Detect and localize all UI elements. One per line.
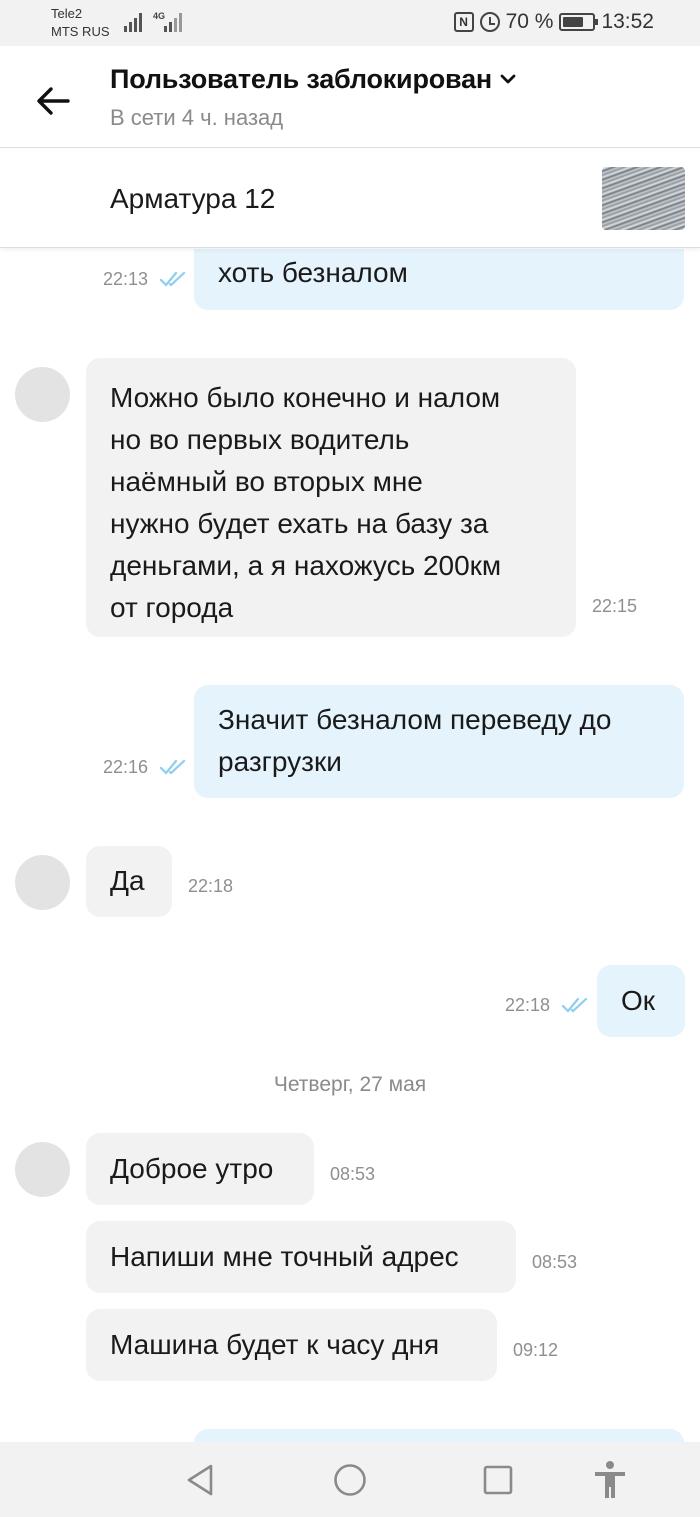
nfc-icon: N — [453, 12, 474, 32]
message-outgoing[interactable] — [194, 1429, 684, 1442]
chat-header: Пользователь заблокирован В сети 4 ч. на… — [0, 46, 700, 148]
page-title: Пользователь заблокирован — [110, 64, 493, 94]
battery-percent: 70 % — [505, 10, 554, 33]
clock: 13:52 — [601, 10, 654, 33]
message-time: 09:12 — [513, 1340, 559, 1360]
message-outgoing[interactable]: хоть безналом — [194, 249, 684, 310]
message-text: Да — [110, 865, 145, 896]
nav-accessibility-button[interactable] — [590, 1460, 630, 1500]
back-button[interactable] — [28, 76, 78, 126]
listing-thumbnail[interactable] — [602, 167, 685, 230]
message-line: деньгами, а я нахожусь 200км — [110, 550, 502, 581]
chevron-down-icon — [500, 74, 516, 84]
read-ticks-icon — [562, 997, 588, 1013]
message-line: Значит безналом переведу до — [218, 704, 612, 735]
carrier-info: Tele2 MTS RUS — [51, 5, 110, 41]
date-separator: Четверг, 27 мая — [273, 1073, 427, 1096]
last-seen-status: В сети 4 ч. назад — [110, 105, 284, 130]
battery-fill — [563, 17, 584, 27]
message-line: нужно будет ехать на базу за — [110, 508, 489, 539]
message-incoming[interactable]: Доброе утро — [86, 1133, 314, 1205]
system-navigation-bar — [0, 1442, 700, 1517]
carrier-2: MTS RUS — [51, 24, 110, 39]
home-circle-icon — [334, 1464, 366, 1496]
message-line: от города — [110, 592, 234, 623]
listing-bar[interactable]: Арматура 12 — [0, 149, 700, 248]
message-incoming[interactable]: Машина будет к часу дня — [86, 1309, 497, 1381]
read-ticks-icon — [160, 759, 186, 775]
message-incoming[interactable]: Можно было конечно и налом но во первых … — [86, 358, 576, 637]
message-outgoing[interactable]: Ок — [597, 965, 685, 1037]
back-triangle-icon — [187, 1464, 213, 1496]
status-right: N 70 % 13:52 — [453, 10, 654, 34]
network-type: 4G — [153, 11, 166, 21]
nav-home-button[interactable] — [330, 1460, 370, 1500]
message-time: 22:16 — [103, 757, 149, 777]
avatar[interactable] — [15, 1142, 70, 1197]
message-text: Машина будет к часу дня — [110, 1329, 440, 1360]
message-time: 22:13 — [103, 269, 149, 289]
carrier-1: Tele2 — [51, 6, 83, 21]
message-text: Напиши мне точный адрес — [110, 1241, 459, 1272]
message-time: 22:15 — [592, 596, 638, 616]
avatar[interactable] — [15, 855, 70, 910]
message-list[interactable]: хоть безналом 22:13 Можно было конечно и… — [0, 249, 700, 1442]
status-bar: Tele2 MTS RUS 4G N 70 % 13:52 — [0, 0, 700, 46]
message-line: Можно было конечно и налом — [110, 382, 501, 413]
nav-back-button[interactable] — [180, 1460, 220, 1500]
back-arrow-icon — [37, 87, 70, 115]
message-text: Доброе утро — [110, 1153, 274, 1184]
message-incoming[interactable]: Напиши мне точный адрес — [86, 1221, 516, 1293]
recents-square-icon — [483, 1465, 513, 1495]
contact-name-toggle[interactable]: Пользователь заблокирован — [110, 64, 516, 95]
message-line: наёмный во вторых мне — [110, 466, 423, 497]
battery-icon — [559, 13, 599, 31]
message-incoming[interactable]: Да — [86, 846, 172, 917]
message-outgoing[interactable]: Значит безналом переведу до разгрузки — [194, 685, 684, 798]
message-text: Ок — [621, 985, 656, 1016]
message-time: 22:18 — [505, 995, 551, 1015]
listing-title: Арматура 12 — [110, 183, 276, 214]
read-ticks-icon — [160, 271, 186, 287]
alarm-icon — [479, 12, 500, 32]
message-time: 08:53 — [330, 1164, 376, 1184]
message-time: 22:18 — [188, 876, 234, 896]
message-time: 08:53 — [532, 1252, 578, 1272]
message-line: разгрузки — [218, 746, 342, 777]
message-text: хоть безналом — [218, 257, 408, 288]
accessibility-icon — [595, 1461, 625, 1498]
nav-recents-button[interactable] — [478, 1460, 518, 1500]
message-line: но во первых водитель — [110, 424, 410, 455]
avatar[interactable] — [15, 367, 70, 422]
